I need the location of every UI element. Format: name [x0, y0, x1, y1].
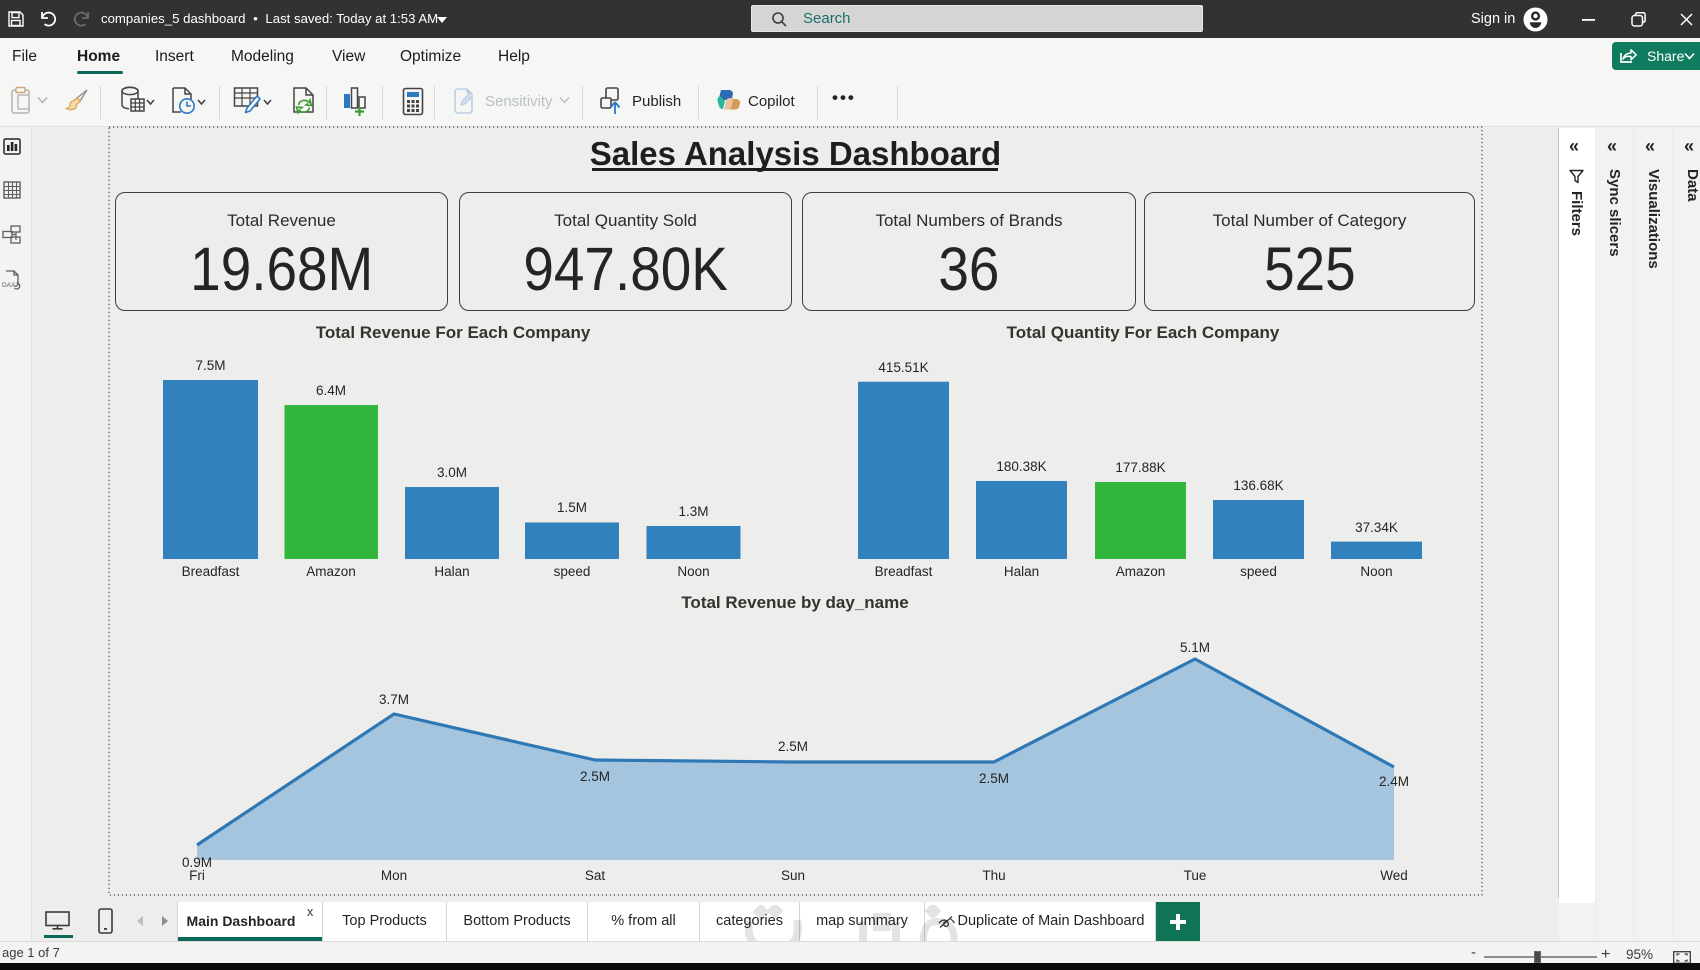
- svg-text:Noon: Noon: [677, 564, 709, 579]
- svg-text:Mon: Mon: [381, 868, 407, 883]
- svg-text:Halan: Halan: [434, 564, 469, 579]
- svg-text:Breadfast: Breadfast: [875, 564, 933, 579]
- svg-text:DAX: DAX: [2, 282, 16, 289]
- svg-text:Sun: Sun: [781, 868, 805, 883]
- svg-text:1.5M: 1.5M: [557, 500, 587, 515]
- svg-text:Wed: Wed: [1380, 868, 1408, 883]
- svg-text:177.88K: 177.88K: [1115, 460, 1165, 475]
- svg-text:5.1M: 5.1M: [1180, 640, 1210, 655]
- svg-text:2.5M: 2.5M: [979, 771, 1009, 786]
- svg-text:speed: speed: [1240, 564, 1277, 579]
- svg-text:2.4M: 2.4M: [1379, 774, 1409, 789]
- svg-text:Sat: Sat: [585, 868, 606, 883]
- svg-text:180.38K: 180.38K: [996, 459, 1046, 474]
- svg-text:Noon: Noon: [1360, 564, 1392, 579]
- svg-text:7.5M: 7.5M: [195, 358, 225, 373]
- svg-text:Total Revenue by day_name: Total Revenue by day_name: [681, 593, 908, 612]
- svg-text:Total Revenue For Each Company: Total Revenue For Each Company: [316, 323, 591, 342]
- svg-text:Halan: Halan: [1004, 564, 1039, 579]
- svg-text:Total Quantity For Each Compan: Total Quantity For Each Company: [1007, 323, 1280, 342]
- svg-text:415.51K: 415.51K: [878, 360, 928, 375]
- svg-text:Breadfast: Breadfast: [182, 564, 240, 579]
- svg-text:speed: speed: [554, 564, 591, 579]
- svg-text:Amazon: Amazon: [1116, 564, 1166, 579]
- svg-text:6.4M: 6.4M: [316, 383, 346, 398]
- svg-text:Tue: Tue: [1184, 868, 1207, 883]
- svg-text:1.3M: 1.3M: [678, 504, 708, 519]
- svg-text:Amazon: Amazon: [306, 564, 356, 579]
- svg-text:Thu: Thu: [982, 868, 1005, 883]
- svg-text:2.5M: 2.5M: [580, 769, 610, 784]
- svg-text:3.7M: 3.7M: [379, 692, 409, 707]
- svg-text:37.34K: 37.34K: [1355, 520, 1398, 535]
- svg-text:3.0M: 3.0M: [437, 465, 467, 480]
- svg-text:2.5M: 2.5M: [778, 739, 808, 754]
- svg-text:Fri: Fri: [189, 868, 205, 883]
- svg-text:136.68K: 136.68K: [1233, 478, 1283, 493]
